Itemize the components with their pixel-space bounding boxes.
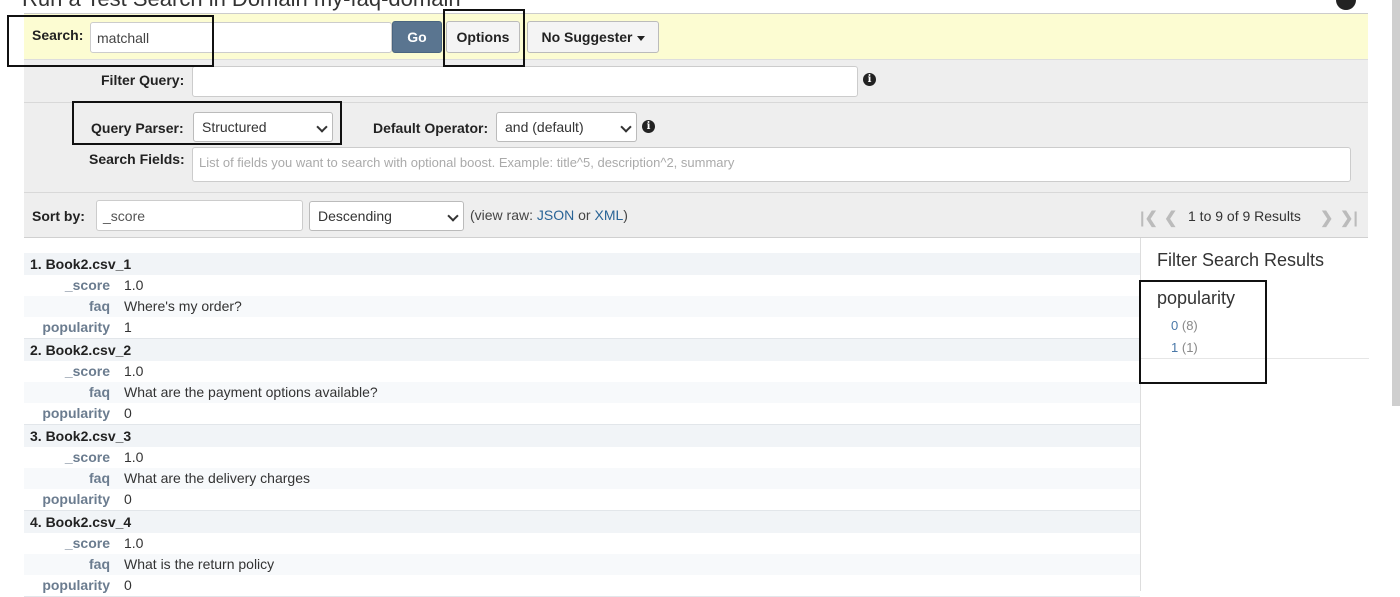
- sidebar-title: Filter Search Results: [1157, 250, 1325, 270]
- last-page-icon[interactable]: ❯|: [1340, 208, 1358, 228]
- suggester-dropdown[interactable]: No Suggester: [527, 21, 659, 53]
- suggester-label: No Suggester: [541, 29, 633, 45]
- highlight-box: [443, 9, 525, 67]
- search-fields-textarea[interactable]: List of fields you want to search with o…: [192, 147, 1351, 182]
- field-row: faq Where's my order?: [24, 296, 1140, 317]
- field-key: popularity: [42, 577, 110, 593]
- xml-link[interactable]: XML: [594, 207, 623, 223]
- field-value: What are the delivery charges: [124, 470, 310, 486]
- search-fields-label: Search Fields:: [89, 151, 185, 167]
- field-row: faq What is the return policy: [24, 554, 1140, 575]
- sort-direction-select[interactable]: Descending: [309, 201, 464, 231]
- filter-query-input[interactable]: [192, 66, 858, 97]
- field-value: 0: [124, 577, 132, 593]
- list-item: 1. Book2.csv_1 _score 1.0 faq Where's my o…: [24, 253, 1140, 339]
- field-row: faq What are the delivery charges: [24, 468, 1140, 489]
- field-value: 1.0: [124, 277, 144, 293]
- default-operator-select[interactable]: and (default): [496, 112, 637, 142]
- result-title[interactable]: 2. Book2.csv_2: [24, 339, 1140, 361]
- info-icon[interactable]: i: [863, 73, 876, 86]
- result-title[interactable]: 1. Book2.csv_1: [24, 253, 1140, 275]
- result-title[interactable]: 3. Book2.csv_3: [24, 425, 1140, 447]
- field-row: _score 1.0: [24, 275, 1140, 296]
- sort-field-input[interactable]: _score: [96, 200, 303, 231]
- first-page-icon[interactable]: |❮: [1140, 208, 1158, 228]
- result-title[interactable]: 4. Book2.csv_4: [24, 511, 1140, 533]
- help-circle-icon[interactable]: [1336, 0, 1356, 10]
- filter-query-row: Filter Query: i: [24, 60, 1368, 102]
- field-key: popularity: [42, 491, 110, 507]
- field-row: popularity 0: [24, 489, 1140, 510]
- field-key: faq: [89, 384, 110, 400]
- field-row: _score 1.0: [24, 361, 1140, 382]
- go-button[interactable]: Go: [392, 21, 442, 53]
- field-value: What are the payment options available?: [124, 384, 378, 400]
- field-row: _score 1.0: [24, 533, 1140, 554]
- list-item: 3. Book2.csv_3 _score 1.0 faq What are the…: [24, 425, 1140, 511]
- field-value: 0: [124, 405, 132, 421]
- field-value: Where's my order?: [124, 298, 242, 314]
- default-operator-value: and (default): [505, 119, 584, 135]
- results-summary: 1 to 9 of 9 Results: [1188, 208, 1301, 224]
- filter-query-label: Filter Query:: [101, 72, 185, 88]
- list-item: 4. Book2.csv_4 _score 1.0 faq What is the …: [24, 511, 1140, 597]
- scrollbar[interactable]: [1392, 0, 1400, 406]
- field-value: 1.0: [124, 535, 144, 551]
- field-value: 1.0: [124, 363, 144, 379]
- field-value: 1.0: [124, 449, 144, 465]
- chevron-down-icon: [620, 121, 632, 133]
- info-icon[interactable]: i: [642, 120, 655, 133]
- sort-by-label: Sort by:: [32, 208, 85, 224]
- field-key: _score: [64, 363, 110, 379]
- field-key: _score: [64, 449, 110, 465]
- highlight-box: [72, 101, 342, 145]
- field-key: _score: [64, 535, 110, 551]
- field-row: popularity 1: [24, 317, 1140, 338]
- field-key: faq: [89, 298, 110, 314]
- list-item: 2. Book2.csv_2 _score 1.0 faq What are the…: [24, 339, 1140, 425]
- field-key: faq: [89, 470, 110, 486]
- chevron-down-icon: [447, 210, 459, 222]
- field-key: _score: [64, 277, 110, 293]
- field-value: 0: [124, 491, 132, 507]
- field-value: 1: [124, 319, 132, 335]
- page-title: Run a Test Search in Domain my-faq-domai…: [22, 0, 461, 12]
- caret-down-icon: [636, 35, 645, 41]
- highlight-box: [7, 15, 214, 67]
- field-row: _score 1.0: [24, 447, 1140, 468]
- results-list: 1. Book2.csv_1 _score 1.0 faq Where's my o…: [24, 253, 1140, 597]
- field-row: popularity 0: [24, 403, 1140, 424]
- search-bar: Search: matchall Go Options No Suggester: [24, 14, 1368, 60]
- default-operator-label: Default Operator:: [373, 120, 489, 136]
- field-key: popularity: [42, 319, 110, 335]
- previous-page-icon[interactable]: ❮: [1164, 208, 1177, 228]
- field-key: popularity: [42, 405, 110, 421]
- field-row: popularity 0: [24, 575, 1140, 596]
- json-link[interactable]: JSON: [537, 207, 574, 223]
- highlight-box: [1139, 280, 1267, 384]
- sort-direction-value: Descending: [318, 208, 392, 224]
- field-key: faq: [89, 556, 110, 572]
- field-row: faq What are the payment options availabl…: [24, 382, 1140, 403]
- field-value: What is the return policy: [124, 556, 275, 572]
- next-page-icon[interactable]: ❯: [1320, 208, 1333, 228]
- view-raw-text: (view raw: JSON or XML): [470, 207, 628, 223]
